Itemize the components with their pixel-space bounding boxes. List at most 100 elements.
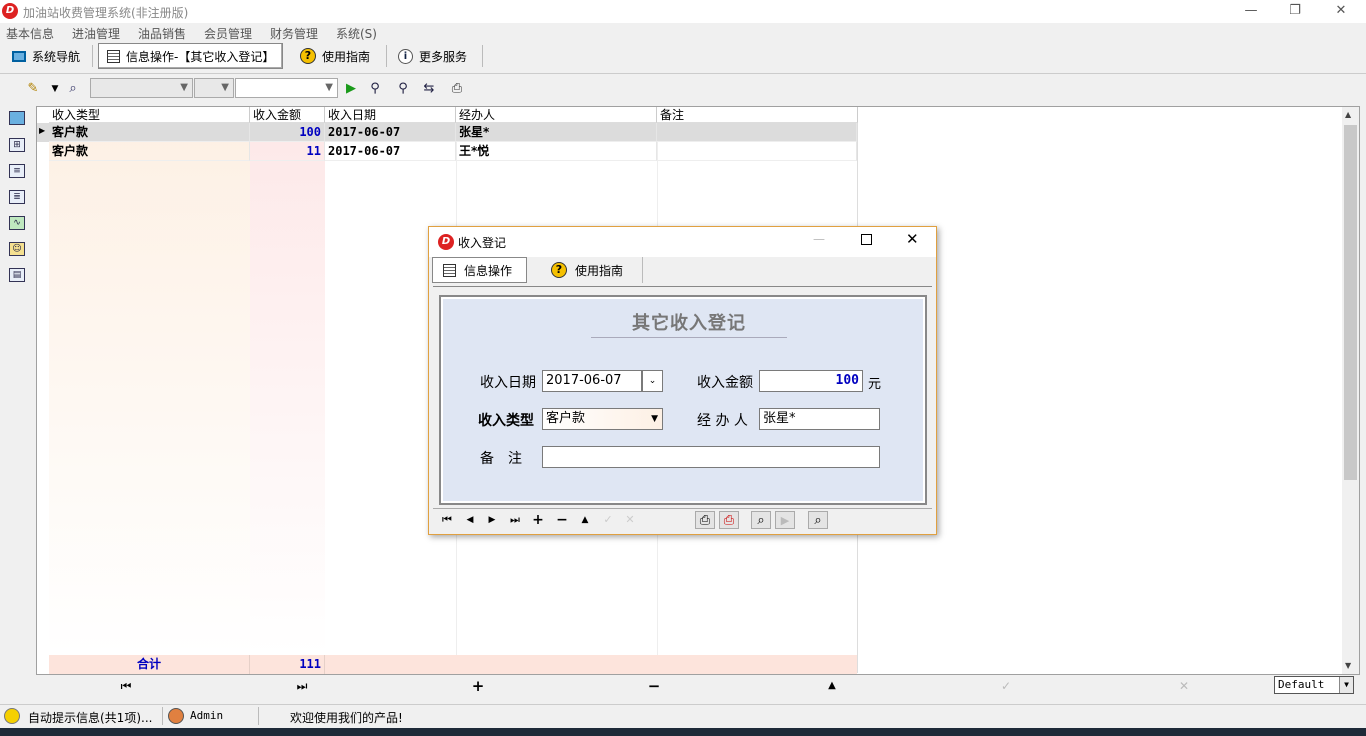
amount-column-bg [250, 123, 325, 655]
note-input[interactable] [542, 446, 880, 468]
cell-note[interactable] [657, 123, 857, 142]
menu-members[interactable]: 会员管理 [204, 25, 252, 42]
delete-record-icon[interactable]: − [553, 511, 571, 529]
tab-separator [482, 45, 483, 67]
menu-finance[interactable]: 财务管理 [270, 25, 318, 42]
add-record-icon[interactable]: + [468, 677, 488, 695]
chevron-down-icon[interactable]: ▼ [1339, 677, 1353, 693]
dialog-minimize-button[interactable]: — [813, 232, 825, 246]
minimize-button[interactable]: — [1236, 2, 1266, 20]
cell-type[interactable]: 客户款 [49, 142, 250, 161]
search-icon[interactable]: ⌕ [808, 511, 828, 529]
current-user: Admin [190, 709, 224, 722]
date-input[interactable]: 2017-06-07 [542, 370, 642, 392]
last-record-icon[interactable]: ⏭ [292, 677, 312, 695]
cancel-record-icon[interactable]: ✕ [621, 511, 639, 529]
list-icon[interactable]: ≡ [9, 164, 25, 178]
cell-amount[interactable]: 11 [250, 142, 325, 161]
trash-icon[interactable]: ▤ [9, 268, 25, 282]
dialog-tab-user-guide[interactable]: ? 使用指南 [533, 257, 643, 283]
document-icon[interactable]: ≣ [9, 190, 25, 204]
tab-more-services[interactable]: i 更多服务 [390, 43, 475, 69]
print-icon[interactable]: ⎙ [695, 511, 715, 529]
post-record-icon[interactable]: ✓ [599, 511, 617, 529]
cell-amount[interactable]: 100 [250, 123, 325, 142]
dialog-tab-info-ops[interactable]: 信息操作 [432, 257, 527, 283]
nav-divider [433, 508, 932, 509]
edit-record-icon[interactable]: ▲ [822, 677, 842, 695]
monitor-icon[interactable] [9, 111, 25, 125]
field-select[interactable]: ▼ [90, 78, 193, 98]
scrollbar-thumb[interactable] [1344, 125, 1357, 480]
tree-icon[interactable]: ⊞ [9, 138, 25, 152]
date-picker-button[interactable]: ⌄ [642, 370, 663, 392]
first-record-icon[interactable]: ⏮ [438, 511, 456, 529]
dialog-maximize-button[interactable] [861, 234, 872, 245]
tab-user-guide[interactable]: ? 使用指南 [292, 43, 378, 69]
header-handler[interactable]: 经办人 [456, 107, 657, 123]
grid-navigator: ⏮ ⏭ + − ▲ ✓ ✕ Default ▼ [36, 675, 1360, 697]
menu-basic-info[interactable]: 基本信息 [6, 25, 54, 42]
tab-system-nav[interactable]: 系统导航 [4, 43, 88, 69]
last-record-icon[interactable]: ⏭ [506, 511, 524, 529]
cell-handler[interactable]: 张星* [456, 123, 657, 142]
zoom-icon[interactable]: ⌕ [751, 511, 771, 529]
header-income-amount[interactable]: 收入金额 [250, 107, 325, 123]
cell-date[interactable]: 2017-06-07 [325, 123, 456, 142]
dropdown-arrow-icon[interactable]: ▼ [46, 80, 64, 98]
tab-underline [433, 286, 932, 287]
add-record-icon[interactable]: + [529, 511, 547, 529]
welcome-message: 欢迎使用我们的产品! [290, 711, 403, 725]
run-icon[interactable]: ▶ [342, 80, 360, 98]
cell-type[interactable]: 客户款 [49, 123, 250, 142]
tab-info-ops[interactable]: 信息操作-【其它收入登记】 [98, 43, 284, 69]
edit-record-icon[interactable]: ▲ [576, 511, 594, 529]
style-combo[interactable]: Default ▼ [1274, 676, 1354, 694]
toolbar: ✎ ▼ ⌕ ▼ ▼ ▼ ▶ ⚲ ⚲ ⇆ ⎙ [0, 73, 1366, 103]
type-select-value: 客户款 [546, 411, 586, 426]
header-note[interactable]: 备注 [657, 107, 858, 123]
header-income-date[interactable]: 收入日期 [325, 107, 456, 123]
chart-icon[interactable]: ∿ [9, 216, 25, 230]
vertical-scrollbar[interactable]: ▲ ▼ [1342, 107, 1359, 674]
cell-note[interactable] [657, 142, 857, 161]
print-preview-icon[interactable]: ⎙ [719, 511, 739, 529]
main-tab-bar: 系统导航 信息操作-【其它收入登记】 ? 使用指南 i 更多服务 [0, 41, 1366, 71]
operator-select[interactable]: ▼ [194, 78, 234, 98]
dialog-close-button[interactable]: ✕ [906, 230, 919, 248]
play-icon[interactable]: ▶ [775, 511, 795, 529]
cell-date[interactable]: 2017-06-07 [325, 142, 456, 161]
scroll-down-icon[interactable]: ▼ [1345, 661, 1351, 670]
search-minus-icon[interactable]: ⚲ [394, 80, 412, 98]
value-select[interactable]: ▼ [235, 78, 338, 98]
refresh-icon[interactable]: ⇆ [420, 80, 438, 98]
cancel-record-icon[interactable]: ✕ [1174, 677, 1194, 695]
cell-handler[interactable]: 王*悦 [456, 142, 657, 161]
search-plus-icon[interactable]: ⚲ [366, 80, 384, 98]
close-button[interactable]: ✕ [1326, 2, 1356, 20]
type-select[interactable]: 客户款 ▼ [542, 408, 663, 430]
first-record-icon[interactable]: ⏮ [116, 677, 136, 695]
bulb-icon [4, 708, 20, 724]
magnifier-icon[interactable]: ⌕ [64, 80, 82, 98]
printer-icon[interactable]: ⎙ [448, 80, 466, 98]
next-record-icon[interactable]: ▶ [483, 511, 501, 529]
menu-fuel-sales[interactable]: 油品销售 [138, 25, 186, 42]
users-icon[interactable]: ☺ [9, 242, 25, 256]
auto-tips-status[interactable]: 自动提示信息(共1项)... [28, 709, 152, 726]
restore-button[interactable]: ❐ [1280, 2, 1310, 20]
post-record-icon[interactable]: ✓ [996, 677, 1016, 695]
menu-fuel-intake[interactable]: 进油管理 [72, 25, 120, 42]
header-income-type[interactable]: 收入类型 [49, 107, 250, 123]
prior-record-icon[interactable]: ◀ [461, 511, 479, 529]
chevron-down-icon[interactable]: ▼ [651, 409, 658, 429]
amount-input[interactable]: 100 [759, 370, 863, 392]
tab-label: 更多服务 [419, 49, 468, 64]
scroll-up-icon[interactable]: ▲ [1345, 110, 1351, 119]
pencil-icon[interactable]: ✎ [24, 80, 42, 98]
handler-input[interactable]: 张星* [759, 408, 880, 430]
tab-separator [386, 45, 387, 67]
menu-system[interactable]: 系统(S) [336, 25, 377, 42]
delete-record-icon[interactable]: − [644, 677, 664, 695]
help-icon: ? [551, 262, 567, 278]
